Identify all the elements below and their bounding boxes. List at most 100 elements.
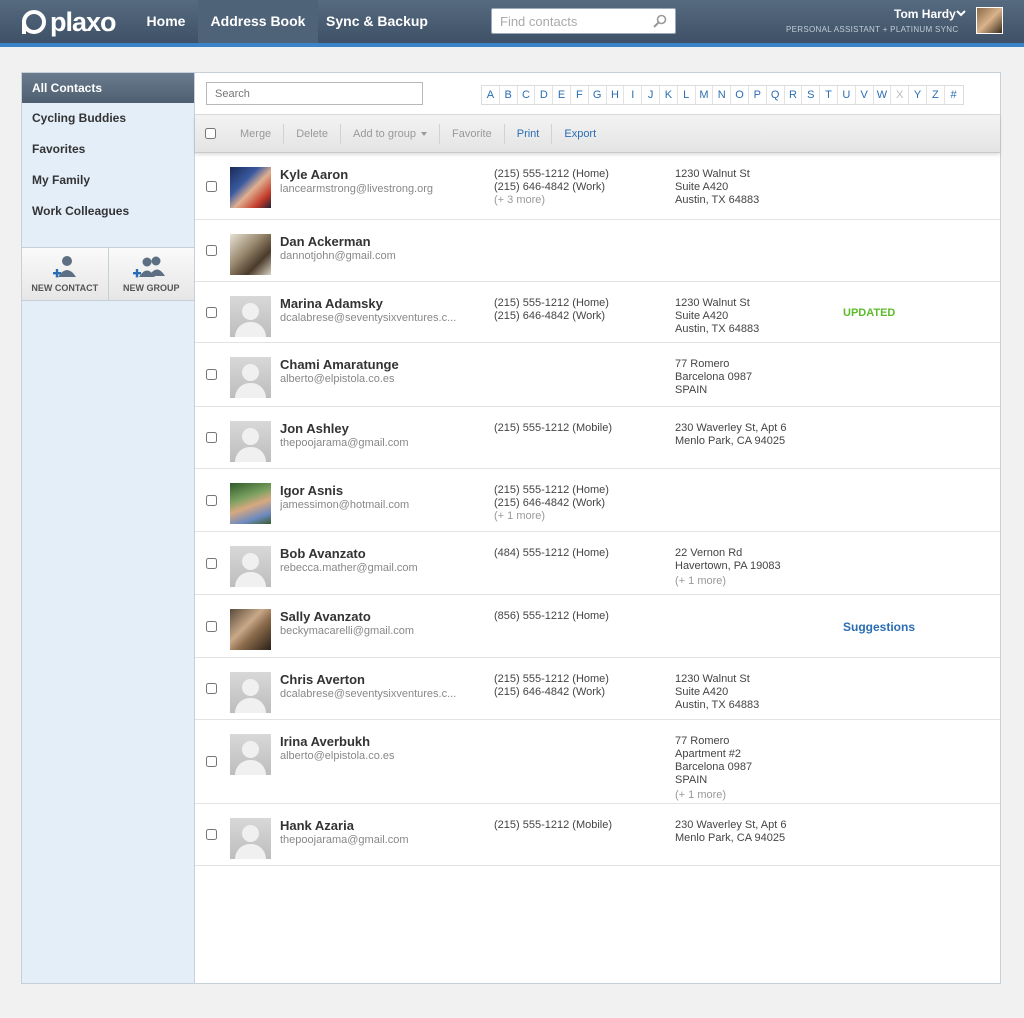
- contact-checkbox[interactable]: [206, 307, 217, 318]
- search-icon[interactable]: [653, 14, 667, 28]
- alpha-filter-d[interactable]: D: [535, 86, 554, 104]
- alpha-filter-v[interactable]: V: [856, 86, 874, 104]
- alpha-filter-number[interactable]: #: [945, 86, 963, 104]
- new-contact-button[interactable]: NEW CONTACT: [22, 248, 108, 300]
- alpha-filter-n[interactable]: N: [713, 86, 732, 104]
- select-all-checkbox[interactable]: [205, 128, 216, 139]
- alpha-filter-b[interactable]: B: [500, 86, 518, 104]
- contact-email[interactable]: jamessimon@hotmail.com: [280, 499, 460, 511]
- contact-checkbox[interactable]: [206, 621, 217, 632]
- alpha-filter-h[interactable]: H: [607, 86, 625, 104]
- favorite-button[interactable]: Favorite: [438, 123, 504, 144]
- contact-checkbox[interactable]: [206, 558, 217, 569]
- contact-name[interactable]: Marina Adamsky: [280, 296, 383, 311]
- default-avatar-icon[interactable]: [230, 357, 271, 398]
- alpha-filter-m[interactable]: M: [696, 86, 714, 104]
- contact-name[interactable]: Hank Azaria: [280, 818, 354, 833]
- new-group-button[interactable]: NEW GROUP: [107, 248, 195, 300]
- contact-row[interactable]: Chris Averton dcalabrese@seventysixventur…: [195, 658, 1000, 720]
- contact-name[interactable]: Bob Avanzato: [280, 546, 366, 561]
- contact-checkbox[interactable]: [206, 432, 217, 443]
- contact-email[interactable]: dannotjohn@gmail.com: [280, 250, 460, 262]
- contact-checkbox[interactable]: [206, 245, 217, 256]
- phones-more-link[interactable]: (+ 1 more): [494, 510, 609, 523]
- contact-row[interactable]: Marina Adamsky dcalabrese@seventysixventu…: [195, 282, 1000, 343]
- contact-row[interactable]: Jon Ashley thepoojarama@gmail.com (215) 55…: [195, 407, 1000, 469]
- contact-checkbox[interactable]: [206, 369, 217, 380]
- alpha-filter-t[interactable]: T: [820, 86, 838, 104]
- nav-home[interactable]: Home: [134, 0, 198, 43]
- contact-name[interactable]: Chris Averton: [280, 672, 365, 687]
- contact-row[interactable]: Igor Asnis jamessimon@hotmail.com (215) 55…: [195, 469, 1000, 532]
- sidebar-item-cycling-buddies[interactable]: Cycling Buddies: [22, 103, 194, 134]
- add-to-group-dropdown[interactable]: Add to group: [339, 123, 439, 144]
- address-more-link[interactable]: (+ 1 more): [675, 575, 781, 588]
- alpha-filter-r[interactable]: R: [785, 86, 803, 104]
- contact-photo[interactable]: [230, 609, 271, 650]
- alpha-filter-l[interactable]: L: [678, 86, 696, 104]
- nav-sync-backup[interactable]: Sync & Backup: [318, 0, 436, 43]
- contact-row[interactable]: Irina Averbukh alberto@elpistola.co.es 77 …: [195, 720, 1000, 804]
- default-avatar-icon[interactable]: [230, 546, 271, 587]
- contact-name[interactable]: Kyle Aaron: [280, 167, 348, 182]
- contact-row[interactable]: Bob Avanzato rebecca.mather@gmail.com (484…: [195, 532, 1000, 595]
- user-avatar[interactable]: [976, 7, 1003, 34]
- alpha-filter-c[interactable]: C: [518, 86, 536, 104]
- alpha-filter-o[interactable]: O: [731, 86, 749, 104]
- nav-address-book[interactable]: Address Book: [198, 0, 318, 43]
- default-avatar-icon[interactable]: [230, 296, 271, 337]
- address-more-link[interactable]: (+ 1 more): [675, 789, 752, 802]
- contact-checkbox[interactable]: [206, 829, 217, 840]
- print-button[interactable]: Print: [503, 123, 552, 144]
- merge-button[interactable]: Merge: [228, 124, 283, 144]
- default-avatar-icon[interactable]: [230, 672, 271, 713]
- contact-email[interactable]: alberto@elpistola.co.es: [280, 750, 460, 762]
- contact-name[interactable]: Chami Amaratunge: [280, 357, 399, 372]
- sidebar-item-work-colleagues[interactable]: Work Colleagues: [22, 196, 194, 227]
- alpha-filter-z[interactable]: Z: [927, 86, 945, 104]
- chevron-down-icon[interactable]: [956, 9, 966, 17]
- contact-checkbox[interactable]: [206, 495, 217, 506]
- contact-email[interactable]: alberto@elpistola.co.es: [280, 373, 460, 385]
- plaxo-logo[interactable]: plaxo: [22, 8, 117, 36]
- contact-email[interactable]: thepoojarama@gmail.com: [280, 834, 460, 846]
- contact-name[interactable]: Irina Averbukh: [280, 734, 370, 749]
- contact-row[interactable]: Sally Avanzato beckymacarelli@gmail.com (8…: [195, 595, 1000, 658]
- sidebar-item-favorites[interactable]: Favorites: [22, 134, 194, 165]
- suggestions-link[interactable]: Suggestions: [843, 620, 915, 634]
- contact-checkbox[interactable]: [206, 683, 217, 694]
- alpha-filter-p[interactable]: P: [749, 86, 767, 104]
- contact-row[interactable]: Hank Azaria thepoojarama@gmail.com (215) 5…: [195, 804, 1000, 866]
- alpha-filter-e[interactable]: E: [553, 86, 571, 104]
- contact-email[interactable]: rebecca.mather@gmail.com: [280, 562, 460, 574]
- contact-photo[interactable]: [230, 234, 271, 275]
- alpha-filter-q[interactable]: Q: [767, 86, 785, 104]
- alpha-filter-s[interactable]: S: [802, 86, 821, 104]
- export-button[interactable]: Export: [551, 123, 608, 144]
- contact-row[interactable]: Kyle Aaron lancearmstrong@livestrong.org (…: [195, 153, 1000, 220]
- sidebar-item-all-contacts[interactable]: All Contacts: [22, 73, 194, 103]
- alpha-filter-y[interactable]: Y: [909, 86, 927, 104]
- find-contacts-input[interactable]: [492, 9, 642, 33]
- contact-photo[interactable]: [230, 483, 271, 524]
- contact-row[interactable]: Dan Ackerman dannotjohn@gmail.com: [195, 220, 1000, 282]
- alpha-filter-a[interactable]: A: [482, 86, 500, 104]
- contact-name[interactable]: Igor Asnis: [280, 483, 343, 498]
- alpha-filter-j[interactable]: J: [642, 86, 660, 104]
- contact-row[interactable]: Chami Amaratunge alberto@elpistola.co.es 7…: [195, 343, 1000, 407]
- contact-checkbox[interactable]: [206, 756, 217, 767]
- default-avatar-icon[interactable]: [230, 818, 271, 859]
- contact-name[interactable]: Sally Avanzato: [280, 609, 371, 624]
- alpha-filter-k[interactable]: K: [660, 86, 678, 104]
- default-avatar-icon[interactable]: [230, 421, 271, 462]
- sidebar-item-my-family[interactable]: My Family: [22, 165, 194, 196]
- alpha-filter-u[interactable]: U: [838, 86, 856, 104]
- user-name[interactable]: Tom Hardy: [894, 7, 956, 21]
- contact-name[interactable]: Dan Ackerman: [280, 234, 371, 249]
- alpha-filter-g[interactable]: G: [589, 86, 607, 104]
- contact-email[interactable]: dcalabrese@seventysixventures.c...: [280, 688, 460, 700]
- delete-button[interactable]: Delete: [283, 123, 340, 144]
- default-avatar-icon[interactable]: [230, 734, 271, 775]
- phones-more-link[interactable]: (+ 3 more): [494, 194, 609, 207]
- alpha-filter-f[interactable]: F: [571, 86, 589, 104]
